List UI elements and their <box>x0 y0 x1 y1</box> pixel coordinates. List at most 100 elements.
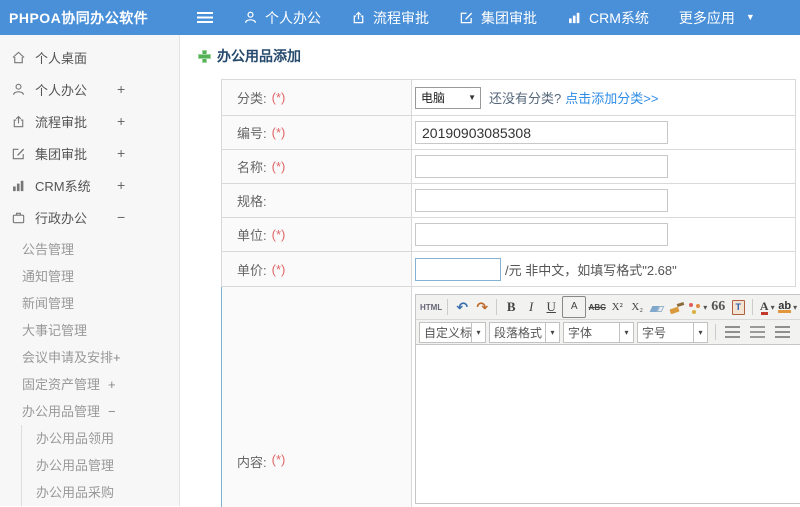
person-icon <box>10 81 26 97</box>
category-select[interactable]: 电脑 ▼ <box>415 86 481 109</box>
collapse-icon[interactable]: − <box>117 201 125 233</box>
sidebar-item-notice-mgmt[interactable]: 通知管理 <box>0 263 179 290</box>
expand-icon[interactable]: + <box>108 377 116 392</box>
editor-content-area[interactable] <box>416 345 800 503</box>
sidebar-item-admin-office[interactable]: 行政办公 − <box>0 201 179 233</box>
align-right-icon[interactable] <box>775 326 790 338</box>
supply-add-form: 分类: (*) 电脑 ▼ 还没有分类? 点击添加分类>> 编号: (*) 201… <box>221 79 800 507</box>
align-left-icon[interactable] <box>725 326 740 338</box>
paragraph-format-select[interactable]: 段落格式 ▾ <box>489 321 560 343</box>
dropdown-caret-icon: ▾ <box>545 322 559 342</box>
toolbar-separator <box>752 299 754 315</box>
nav-more-apps[interactable]: 更多应用 ▼ <box>679 8 755 28</box>
form-row-content: 内容: (*) HTML ↶ ↷ B I U A ABC X² X₂ ▾ 66 … <box>221 287 800 507</box>
paste-text-icon[interactable] <box>729 297 747 317</box>
name-input[interactable] <box>415 155 668 178</box>
sidebar-item-meeting-mgmt[interactable]: 会议申请及安排+ <box>0 344 179 371</box>
dropdown-caret-icon: ▾ <box>793 302 798 312</box>
form-row-code: 编号: (*) <box>221 116 796 150</box>
sidebar-item-office-supplies-mgmt[interactable]: 办公用品管理 − <box>0 398 179 425</box>
sidebar-item-supplies-manage[interactable]: 办公用品管理 <box>22 452 179 479</box>
italic-button[interactable]: I <box>522 297 540 317</box>
page-title: 办公用品添加 <box>198 46 800 66</box>
sidebar-item-crm-system[interactable]: CRM系统 + <box>0 169 179 201</box>
sidebar-item-personal-desktop[interactable]: 个人桌面 <box>0 41 179 73</box>
rich-text-editor: HTML ↶ ↷ B I U A ABC X² X₂ ▾ 66 T A ▾ ab… <box>415 294 800 504</box>
font-color-button[interactable]: A ▾ <box>758 297 776 317</box>
form-row-price: 单价: (*) /元 非中文，如填写格式"2.68" <box>221 252 796 287</box>
hamburger-menu-icon[interactable] <box>197 12 213 23</box>
category-label: 分类: <box>237 91 267 106</box>
nav-workflow-approval[interactable]: 流程审批 <box>351 8 429 28</box>
collapse-icon[interactable]: − <box>108 404 116 419</box>
dropdown-caret-icon: ▾ <box>619 322 633 342</box>
sidebar-item-group-approval[interactable]: 集团审批 + <box>0 137 179 169</box>
editor-toolbar-row1: HTML ↶ ↷ B I U A ABC X² X₂ ▾ 66 T A ▾ ab… <box>416 295 800 320</box>
required-mark: (*) <box>271 159 286 174</box>
form-row-spec: 规格: <box>221 184 796 218</box>
html-source-button[interactable]: HTML <box>420 297 442 317</box>
subscript-button[interactable]: X₂ <box>628 297 646 317</box>
flow-share-icon <box>10 113 26 129</box>
nav-personal-office[interactable]: 个人办公 <box>243 8 321 28</box>
price-label: 单价: <box>237 262 267 278</box>
blockquote-button[interactable]: 66 <box>709 297 727 317</box>
spec-input[interactable] <box>415 189 668 212</box>
toolbar-separator <box>715 324 716 340</box>
required-mark: (*) <box>271 125 286 140</box>
admin-office-submenu: 公告管理 通知管理 新闻管理 大事记管理 会议申请及安排+ 固定资产管理 + 办公… <box>0 233 179 506</box>
expand-icon[interactable]: + <box>117 137 125 169</box>
sidebar-item-personal-office[interactable]: 个人办公 + <box>0 73 179 105</box>
sidebar-item-events-mgmt[interactable]: 大事记管理 <box>0 317 179 344</box>
bar-chart-icon <box>567 10 582 25</box>
sidebar-item-news-mgmt[interactable]: 新闻管理 <box>0 290 179 317</box>
nav-crm-system[interactable]: CRM系统 <box>567 8 649 28</box>
sidebar-item-supplies-purchase[interactable]: 办公用品采购 <box>22 479 179 506</box>
custom-title-select[interactable]: 自定义标题▾ <box>419 321 486 343</box>
price-input[interactable] <box>415 257 501 281</box>
sidebar-item-announcement-mgmt[interactable]: 公告管理 <box>0 236 179 263</box>
flow-share-icon <box>351 10 366 25</box>
nav-group-approval[interactable]: 集团审批 <box>459 8 537 28</box>
required-mark: (*) <box>271 452 286 467</box>
content-label: 内容: <box>237 455 267 470</box>
edit-square-icon <box>459 10 474 25</box>
font-family-select[interactable]: 字体 ▾ <box>563 321 634 343</box>
expand-icon[interactable]: + <box>117 169 125 201</box>
main-content: 办公用品添加 分类: (*) 电脑 ▼ 还没有分类? 点击添加分类>> 编号: … <box>180 35 800 507</box>
align-center-icon[interactable] <box>750 326 765 338</box>
dropdown-caret-icon: ▾ <box>770 302 775 312</box>
add-category-link[interactable]: 点击添加分类>> <box>565 88 658 107</box>
app-logo: PHPOA协同办公软件 <box>9 9 149 26</box>
expand-icon[interactable]: + <box>113 350 121 365</box>
code-input[interactable] <box>415 121 668 144</box>
expand-icon[interactable]: + <box>117 105 125 137</box>
home-icon <box>10 49 26 65</box>
eraser-icon[interactable] <box>648 297 666 317</box>
highlight-color-button[interactable]: ab ▾ <box>778 297 797 317</box>
bar-chart-icon <box>10 177 26 193</box>
bold-button[interactable]: B <box>502 297 520 317</box>
form-row-unit: 单位: (*) <box>221 218 796 252</box>
font-size-select[interactable]: 字号 ▾ <box>637 321 708 343</box>
sidebar-item-fixed-assets-mgmt[interactable]: 固定资产管理 + <box>0 371 179 398</box>
unit-label: 单位: <box>237 228 267 243</box>
auto-typeset-icon[interactable]: ▾ <box>688 297 707 317</box>
underline-button[interactable]: U <box>542 297 560 317</box>
superscript-button[interactable]: X² <box>608 297 626 317</box>
no-category-hint: 还没有分类? <box>489 91 562 106</box>
redo-icon[interactable]: ↷ <box>473 297 491 317</box>
sidebar-item-workflow-approval[interactable]: 流程审批 + <box>0 105 179 137</box>
code-label: 编号: <box>237 126 267 141</box>
unit-input[interactable] <box>415 223 668 246</box>
format-brush-icon[interactable] <box>668 297 686 317</box>
required-mark: (*) <box>271 90 286 105</box>
spec-label: 规格: <box>237 194 267 209</box>
expand-icon[interactable]: + <box>117 73 125 105</box>
strikethrough-button[interactable]: ABC <box>588 297 606 317</box>
undo-icon[interactable]: ↶ <box>453 297 471 317</box>
required-mark: (*) <box>271 261 286 277</box>
font-border-button[interactable]: A <box>562 296 587 318</box>
price-format-hint: /元 非中文，如填写格式"2.68" <box>505 262 677 278</box>
sidebar-item-supplies-claim[interactable]: 办公用品领用 <box>22 425 179 452</box>
